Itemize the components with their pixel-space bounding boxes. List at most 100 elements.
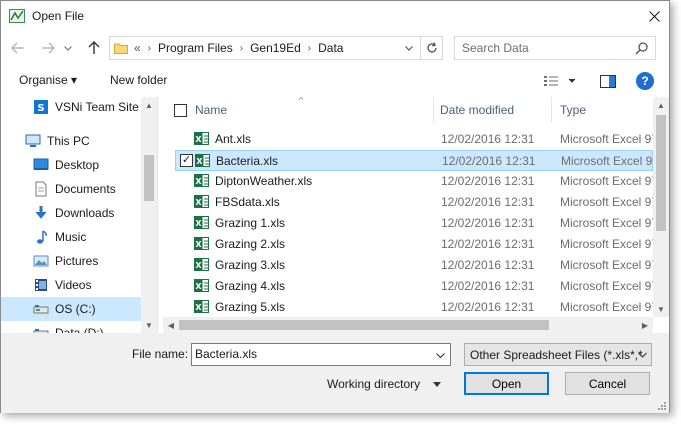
breadcrumb-data[interactable]: Data [318, 41, 343, 55]
file-row[interactable]: X Ant.xls 12/02/2016 12:31 Microsoft Excel … [175, 129, 658, 150]
select-all-checkbox[interactable] [174, 104, 187, 117]
nav-scroll-up-arrow[interactable]: ▲ [141, 97, 157, 113]
back-button[interactable] [7, 37, 29, 59]
search-box[interactable] [454, 36, 656, 60]
up-button[interactable] [83, 37, 105, 59]
file-row[interactable]: X DiptonWeather.xls 12/02/2016 12:31 Micros… [175, 171, 658, 192]
forward-arrow-icon [42, 42, 55, 54]
scroll-right-arrow[interactable]: ▶ [637, 317, 653, 333]
column-divider[interactable] [433, 97, 434, 123]
svg-text:X: X [195, 261, 202, 270]
nav-item-music[interactable]: Music [1, 225, 141, 249]
horizontal-scroll-thumb[interactable] [179, 320, 549, 330]
file-type-filter-value: Other Spreadsheet Files (*.xls*,* [470, 348, 643, 362]
nav-pane-scrollbar[interactable]: ▲ ▼ [141, 97, 157, 333]
breadcrumb-gen19ed[interactable]: Gen19Ed [250, 41, 301, 55]
breadcrumb-overflow[interactable]: « [134, 41, 141, 55]
refresh-button[interactable] [420, 37, 442, 59]
file-name-field[interactable] [195, 347, 425, 361]
file-row[interactable]: ✓ X Bacteria.xls 12/02/2016 12:31 Microsoft … [175, 150, 659, 171]
nav-item-documents[interactable]: Documents [1, 177, 141, 201]
open-button[interactable]: Open [464, 372, 549, 395]
nav-item-label: OS (C:) [55, 302, 96, 316]
file-row[interactable]: X Grazing 2.xls 12/02/2016 12:31 Microsoft … [175, 234, 658, 255]
column-divider[interactable] [551, 97, 552, 123]
file-list-vertical-scrollbar[interactable]: ▲ ▼ [653, 97, 669, 317]
nav-item-label: Videos [55, 278, 92, 292]
working-directory-button[interactable]: Working directory [327, 377, 442, 391]
nav-item-data-d[interactable]: Data (D:) [1, 321, 141, 333]
breadcrumb-separator: › [307, 42, 312, 54]
up-arrow-icon [88, 41, 100, 54]
computer-icon [25, 134, 41, 147]
desktop-icon [33, 158, 49, 170]
file-row[interactable]: X Grazing 3.xls 12/02/2016 12:31 Microsoft … [175, 255, 658, 276]
caret-down-icon [433, 382, 442, 388]
content-area: S VSNi Team Site - This PC Desktop Documents… [1, 97, 669, 333]
organise-button[interactable]: Organise ▾ [19, 73, 77, 87]
file-name-dropdown-button[interactable] [432, 347, 448, 363]
file-list-horizontal-scrollbar[interactable]: ◀ ▶ [163, 317, 653, 333]
nav-item-downloads[interactable]: Downloads [1, 201, 141, 225]
sharepoint-icon: S [34, 100, 48, 114]
file-date-modified: 12/02/2016 12:31 [441, 132, 535, 146]
file-name-combobox[interactable] [191, 343, 451, 366]
folder-icon [114, 43, 128, 54]
excel-file-icon: X [195, 154, 210, 167]
file-row[interactable]: X Grazing 1.xls 12/02/2016 12:31 Microsoft … [175, 213, 658, 234]
breadcrumb-program-files[interactable]: Program Files [158, 41, 233, 55]
chevron-down-icon [64, 45, 72, 51]
vertical-scroll-thumb[interactable] [656, 115, 666, 231]
nav-item-desktop[interactable]: Desktop [1, 153, 141, 177]
scroll-down-arrow[interactable]: ▼ [653, 301, 669, 317]
nav-item-pictures[interactable]: Pictures [1, 249, 141, 273]
file-name-label: File name: [132, 347, 189, 361]
forward-button[interactable] [37, 37, 59, 59]
cancel-button[interactable]: Cancel [565, 372, 650, 395]
details-view-icon [544, 76, 576, 86]
nav-item-label: This PC [47, 134, 90, 148]
file-row[interactable]: X Grazing 5.xls 12/02/2016 12:31 Microsoft … [175, 297, 658, 318]
title-bar[interactable]: Open File [1, 1, 669, 32]
help-icon: ? [641, 74, 649, 88]
file-type: Microsoft Excel 97 [560, 258, 659, 272]
file-name: FBSdata.xls [215, 195, 280, 209]
scroll-left-arrow[interactable]: ◀ [163, 317, 179, 333]
nav-item-label: Documents [55, 182, 116, 196]
file-date-modified: 12/02/2016 12:31 [441, 216, 535, 230]
new-folder-button[interactable]: New folder [110, 73, 167, 87]
resize-grip-icon[interactable] [657, 401, 667, 411]
search-icon [635, 42, 648, 55]
nav-item-videos[interactable]: Videos [1, 273, 141, 297]
address-history-button[interactable] [399, 37, 419, 59]
preview-pane-button[interactable] [599, 74, 617, 88]
sort-ascending-icon: ^ [299, 97, 304, 105]
file-type: Microsoft Excel 97 [560, 174, 659, 188]
nav-item-vsni-team-site[interactable]: S VSNi Team Site - [1, 97, 146, 119]
address-bar[interactable]: « › Program Files › Gen19Ed › Data [109, 36, 443, 60]
nav-item-os-c[interactable]: OS (C:) [1, 297, 141, 321]
file-date-modified: 12/02/2016 12:31 [442, 154, 536, 168]
excel-file-icon: X [194, 279, 209, 292]
column-name[interactable]: Name [195, 103, 227, 117]
file-row[interactable]: X FBSdata.xls 12/02/2016 12:31 Microsoft Ex… [175, 192, 658, 213]
column-type[interactable]: Type [560, 103, 586, 117]
window-title: Open File [32, 9, 85, 23]
nav-scroll-down-arrow[interactable]: ▼ [141, 317, 157, 333]
svg-text:X: X [195, 198, 202, 207]
file-type-filter-select[interactable]: Other Spreadsheet Files (*.xls*,* [464, 343, 652, 366]
column-date-modified[interactable]: Date modified [440, 103, 514, 117]
row-checkbox[interactable]: ✓ [180, 154, 193, 167]
file-row[interactable]: X Grazing 4.xls 12/02/2016 12:31 Microsoft … [175, 276, 658, 297]
nav-scroll-thumb[interactable] [144, 155, 154, 201]
help-button[interactable]: ? [636, 72, 654, 90]
search-input[interactable] [462, 40, 627, 56]
breadcrumb: « › Program Files › Gen19Ed › Data [134, 41, 343, 55]
recent-locations-button[interactable] [61, 37, 75, 59]
file-type: Microsoft Excel 97 [560, 216, 659, 230]
working-directory-label: Working directory [327, 377, 421, 391]
nav-item-this-pc[interactable]: This PC [1, 129, 141, 153]
scroll-up-arrow[interactable]: ▲ [653, 97, 669, 113]
change-view-button[interactable] [543, 74, 577, 88]
close-button[interactable] [639, 1, 669, 31]
